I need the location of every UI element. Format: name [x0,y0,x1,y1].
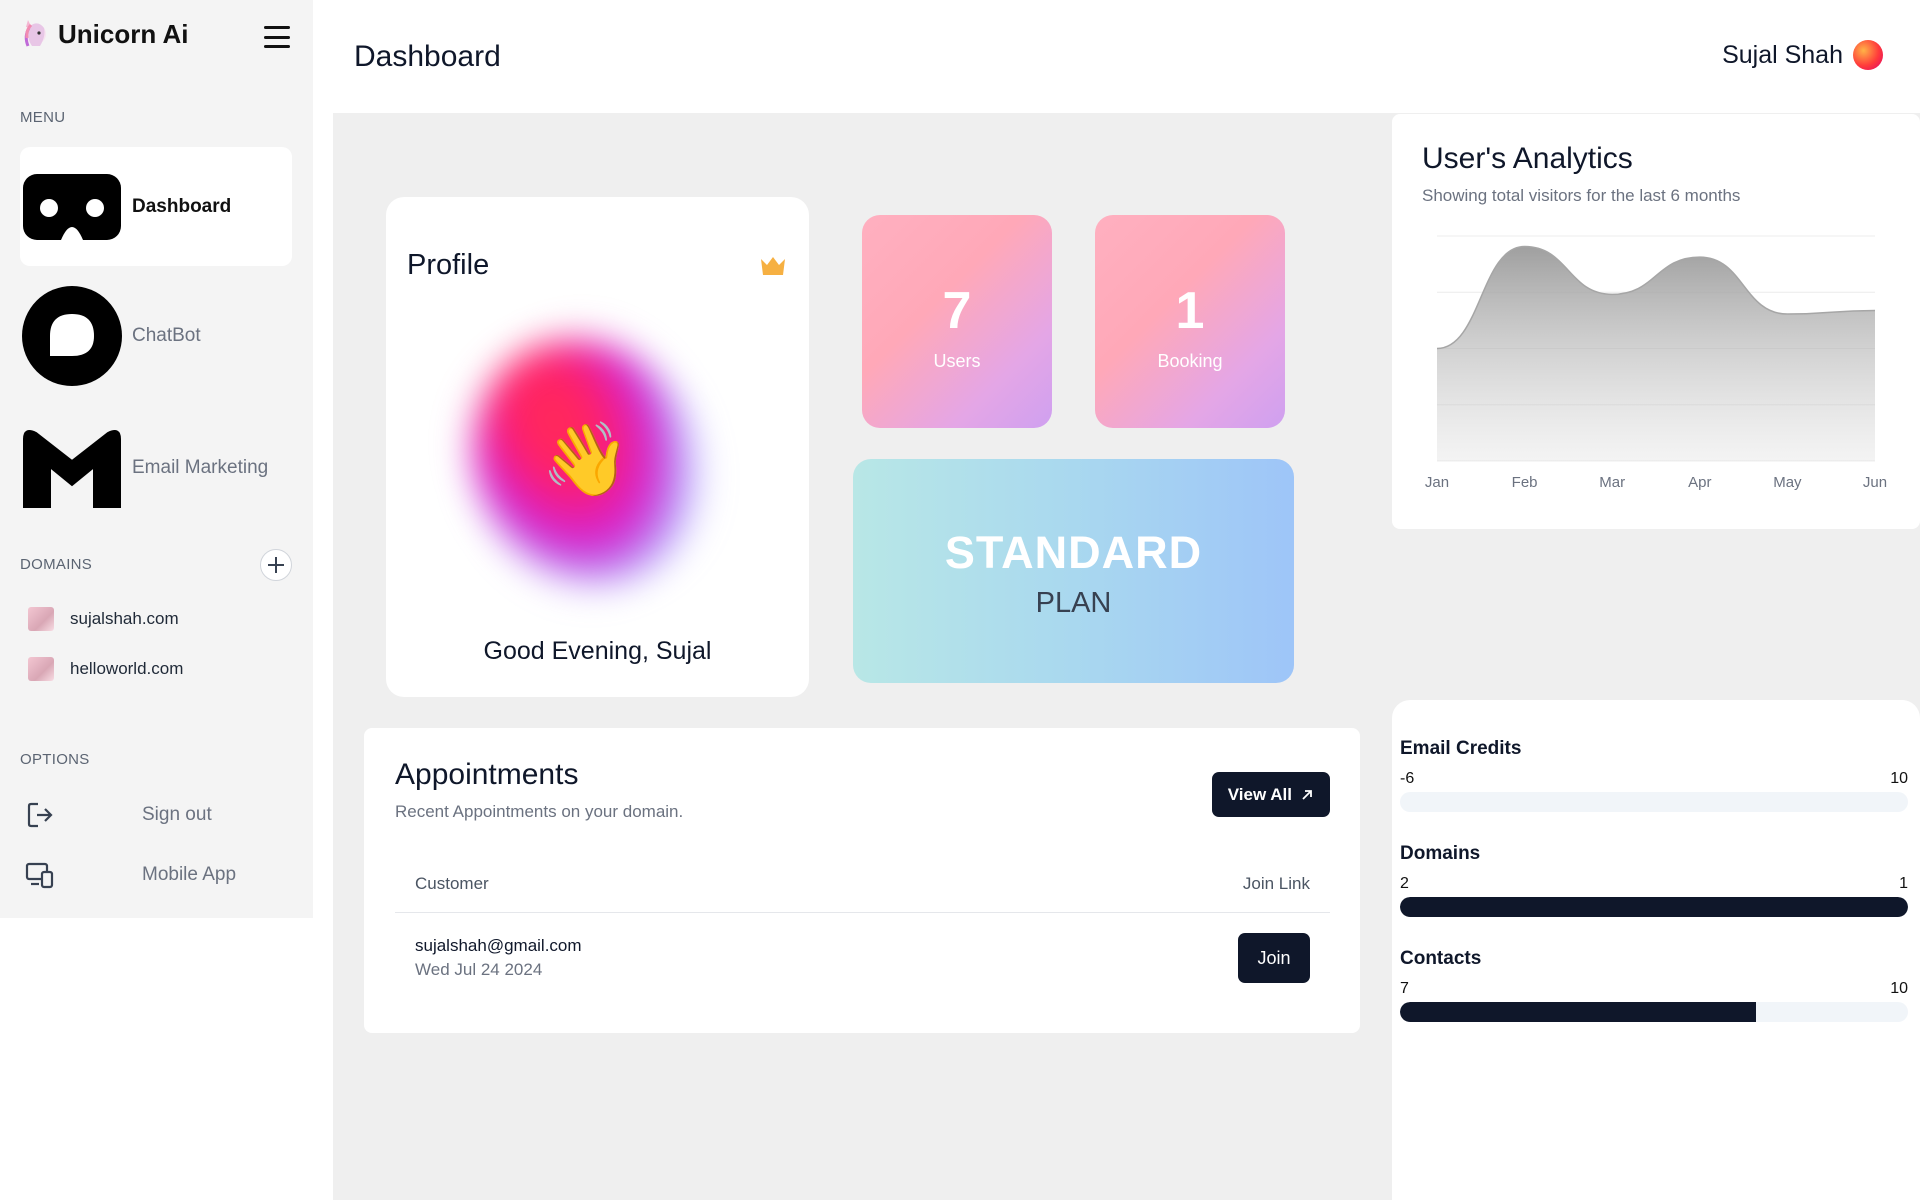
usage-card: Email Credits -6 10 Domains 2 1 Contacts… [1392,700,1920,1200]
chart-x-tick-label: Mar [1599,474,1625,491]
add-domain-button[interactable] [260,549,292,581]
analytics-chart: Jan Feb Mar Apr May Jun [1425,235,1887,491]
plan-label: PLAN [1035,587,1112,619]
appointments-card: Appointments Recent Appointments on your… [364,728,1360,1033]
unicorn-icon [24,20,46,47]
domain-label: sujalshah.com [70,609,179,628]
usage-max: 10 [1890,770,1908,787]
view-all-label: View All [1227,784,1292,804]
sidebar-item-email-marketing[interactable]: Email Marketing [20,416,292,520]
crown-icon [761,257,785,275]
vr-headset-icon [20,155,124,259]
chat-bubble-icon [20,284,124,388]
waving-hand-icon: 👋 [541,420,631,500]
chart-x-tick-label: Apr [1688,474,1711,491]
sidebar-item-dashboard[interactable]: Dashboard [20,147,292,266]
brand-name: Unicorn Ai [58,18,189,49]
user-name: Sujal Shah [1722,40,1843,69]
sidebar-item-chatbot[interactable]: ChatBot [20,284,292,388]
sidebar-item-label: Email Marketing [132,457,269,478]
gmail-icon [20,416,124,520]
sidebar: Unicorn Ai MENU Dashboard ChatBot Email … [0,0,313,918]
usage-max: 10 [1890,980,1908,997]
profile-title: Profile [407,249,490,281]
appointments-title: Appointments [395,758,579,791]
plus-icon [268,557,284,573]
analytics-title: User's Analytics [1422,142,1633,175]
greeting-text: Good Evening, Sujal [483,637,712,665]
menu-section-label: MENU [20,109,66,126]
analytics-card: Jan Feb Mar Apr May Jun User's Analytics Show… [1392,114,1920,529]
usage-progress-fill [1400,897,1908,917]
sign-out-icon [24,799,56,831]
domain-thumbnail [28,657,54,681]
usage-title: Email Credits [1400,738,1522,759]
devices-icon [24,859,56,891]
usage-progress-fill [1400,1002,1756,1022]
top-bar: Dashboard Sujal Shah [313,0,1920,113]
page-title: Dashboard [354,40,501,73]
sidebar-item-label: ChatBot [132,325,201,346]
appointments-subtitle: Recent Appointments on your domain. [395,802,684,821]
avatar [1853,40,1883,70]
users-count: 7 [942,282,972,340]
brand[interactable]: Unicorn Ai [20,16,188,52]
usage-current: 2 [1400,875,1409,892]
booking-count: 1 [1175,282,1205,340]
domain-label: helloworld.com [70,659,184,678]
usage-current: -6 [1400,770,1415,787]
mobile-app-label: Mobile App [142,864,237,885]
usage-title: Contacts [1400,948,1482,969]
booking-label: Booking [1157,351,1223,371]
view-all-button[interactable]: View All [1211,772,1330,817]
usage-progress-bar [1400,1002,1908,1022]
user-menu[interactable]: Sujal Shah [1722,40,1883,70]
column-header-customer: Customer [415,874,489,893]
sidebar-item-label: Dashboard [132,195,232,217]
domain-item[interactable]: sujalshah.com [28,607,179,631]
profile-card: Profile 👋 Good Evening, Sujal [386,197,809,697]
usage-current: 7 [1400,980,1409,997]
arrow-up-right-icon [1302,789,1312,800]
appointment-date: Wed Jul 24 2024 [415,960,543,979]
join-button[interactable]: Join [1238,933,1310,983]
usage-max: 1 [1899,875,1908,892]
domains-section-label: DOMAINS [20,556,93,573]
chart-x-tick-label: May [1773,474,1802,491]
booking-stat-card: 1 Booking [1095,215,1285,428]
usage-title: Domains [1400,843,1481,864]
table-divider [395,912,1330,913]
customer-email: sujalshah@gmail.com [415,936,582,955]
options-section-label: OPTIONS [20,751,90,768]
analytics-subtitle: Showing total visitors for the last 6 mo… [1422,186,1741,205]
usage-contacts: Contacts 7 10 [1400,948,1908,1022]
domain-item[interactable]: helloworld.com [28,657,183,681]
chart-x-tick-label: Jan [1425,474,1449,491]
domain-thumbnail [28,607,54,631]
sign-out-button[interactable]: Sign out [24,799,212,831]
plan-name: STANDARD [944,527,1203,578]
sign-out-label: Sign out [142,804,212,825]
chart-area-series [1437,246,1875,461]
usage-progress-bar [1400,792,1908,812]
usage-progress-bar [1400,897,1908,917]
users-label: Users [933,351,981,371]
plan-card: STANDARD PLAN [853,459,1294,683]
column-header-join-link: Join Link [1242,874,1310,893]
usage-email-credits: Email Credits -6 10 [1400,738,1908,812]
chart-x-tick-label: Feb [1512,474,1538,491]
usage-domains: Domains 2 1 [1400,843,1908,917]
users-stat-card: 7 Users [862,215,1052,428]
mobile-app-button[interactable]: Mobile App [24,859,236,891]
chart-x-tick-label: Jun [1863,474,1887,491]
menu-toggle-icon[interactable] [264,26,290,48]
